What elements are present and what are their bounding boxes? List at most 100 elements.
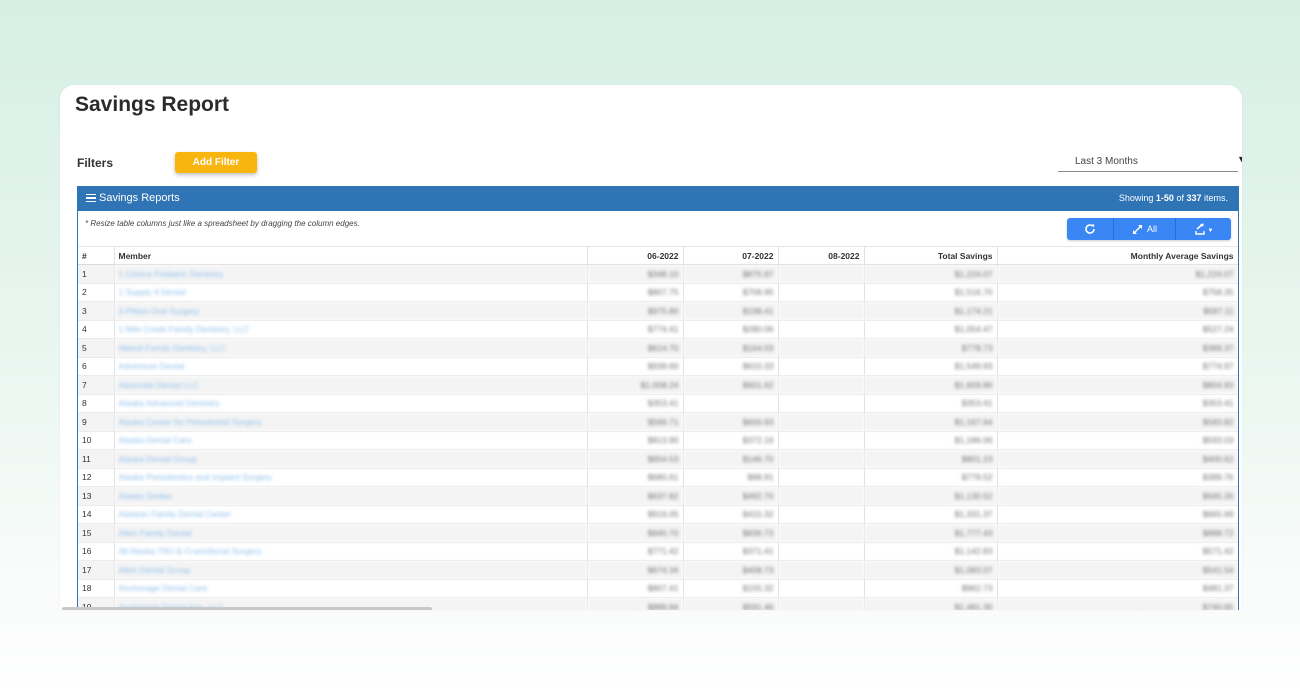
total-savings: $1,174.21 <box>864 301 998 321</box>
savings-08-2022 <box>778 505 865 524</box>
savings-08-2022 <box>778 264 865 284</box>
monthly-average-savings: $400.62 <box>997 449 1238 469</box>
savings-06-2022: $654.53 <box>587 449 684 469</box>
savings-08-2022 <box>778 357 865 376</box>
member-link[interactable]: Alaska Dental Care <box>114 431 588 450</box>
member-link[interactable]: Alaskan Family Dental Center <box>114 505 588 524</box>
member-link[interactable]: Adventure Dental <box>114 357 588 376</box>
monthly-average-savings: $541.54 <box>997 560 1238 580</box>
savings-06-2022: $674.34 <box>587 560 684 580</box>
table-row: 21 Supply 4 Dental $807.75 $708.95 $1,516.7… <box>78 283 1238 302</box>
expand-all-button[interactable]: All <box>1113 218 1175 240</box>
horizontal-scrollbar[interactable] <box>62 607 432 610</box>
column-header-monthly-average[interactable]: Monthly Average Savings <box>997 246 1238 265</box>
savings-06-2022: $889.84 <box>587 597 684 610</box>
table-row: 9 Alaska Center for Periodontal Surgery $5… <box>78 412 1238 432</box>
column-header-member[interactable]: Member <box>114 246 588 265</box>
savings-06-2022: $807.41 <box>587 579 684 598</box>
table-row: 16 All Alaska TMJ & Craniofacial Surgery $… <box>78 542 1238 561</box>
table-row: 41 Mile Creek Family Dentistry, LLC $774.… <box>78 320 1238 339</box>
member-link[interactable]: Anchorage Dental Care <box>114 579 588 598</box>
table-toolbar: All ▼ <box>1067 218 1231 240</box>
savings-08-2022 <box>778 560 865 580</box>
savings-08-2022 <box>778 375 865 395</box>
report-card: Savings Report Filters Add Filter Last 3… <box>60 85 1242 610</box>
column-header-06-2022[interactable]: 06-2022 <box>587 246 684 265</box>
total-savings: $778.73 <box>864 338 998 358</box>
row-number: 18 <box>78 579 115 598</box>
row-number: 4 <box>78 320 115 339</box>
savings-06-2022: $566.71 <box>587 412 684 432</box>
table-row: 5 Abbott Family Dentistry, LLC $614.70 $164… <box>78 338 1238 358</box>
member-link[interactable]: Alaska Smiles <box>114 486 588 506</box>
table-row: 6 Adventure Dental $939.60 $610.33 $1,549.93… <box>78 357 1238 376</box>
monthly-average-savings: $593.03 <box>997 431 1238 450</box>
savings-08-2022 <box>778 338 865 358</box>
filters-label: Filters <box>77 156 114 170</box>
items-count-of: of <box>1173 193 1187 203</box>
total-savings: $1,186.06 <box>864 431 998 450</box>
column-header-total-savings[interactable]: Total Savings <box>864 246 998 265</box>
table-header-row: # Member 06-2022 07-2022 08-2022 Total S… <box>78 246 1238 265</box>
savings-07-2022: $836.73 <box>683 523 779 543</box>
savings-06-2022: $637.82 <box>587 486 684 506</box>
panel-title: Savings Reports <box>86 192 180 204</box>
monthly-average-savings: $740.65 <box>997 597 1238 610</box>
member-link[interactable]: Allen Family Dental <box>114 523 588 543</box>
column-header-07-2022[interactable]: 07-2022 <box>683 246 779 265</box>
total-savings: $1,481.30 <box>864 597 998 610</box>
monthly-average-savings: $481.37 <box>997 579 1238 598</box>
member-link[interactable]: All Alaska TMJ & Craniofacial Surgery <box>114 542 588 561</box>
monthly-average-savings: $888.72 <box>997 523 1238 543</box>
items-count-suffix: items. <box>1201 193 1228 203</box>
table-row: 8 Alaska Advanced Dentistry $353.41 $353.41… <box>78 394 1238 413</box>
column-header-number: # <box>78 246 115 265</box>
savings-07-2022: $164.03 <box>683 338 779 358</box>
savings-07-2022: $146.70 <box>683 449 779 469</box>
total-savings: $1,549.93 <box>864 357 998 376</box>
monthly-average-savings: $774.97 <box>997 357 1238 376</box>
savings-06-2022: $348.10 <box>587 264 684 284</box>
table-row: 11 Choice Pediatric Dentistry $348.10 $875… <box>78 264 1238 284</box>
member-link[interactable]: Alaska Periodontics and Implant Surgery <box>114 468 588 487</box>
refresh-icon <box>1085 224 1095 234</box>
member-link[interactable]: Abbott Family Dentistry, LLC <box>114 338 588 358</box>
total-savings: $962.73 <box>864 579 998 598</box>
row-number: 2 <box>78 283 115 302</box>
member-link[interactable]: Alaska Center for Periodontal Surgery <box>114 412 588 432</box>
monthly-average-savings: $1,224.07 <box>997 264 1238 284</box>
member-link[interactable]: 1 Mile Creek Family Dentistry, LLC <box>114 320 588 339</box>
savings-07-2022: $610.33 <box>683 357 779 376</box>
member-link[interactable]: 1 Choice Pediatric Dentistry <box>114 264 588 284</box>
export-dropdown-button[interactable]: ▼ <box>1175 218 1231 240</box>
table-row: 14 Alaskan Family Dental Center $916.05 $41… <box>78 505 1238 524</box>
savings-07-2022: $591.46 <box>683 597 779 610</box>
member-link[interactable]: 1 Supply 4 Dental <box>114 283 588 302</box>
member-link[interactable]: Advocate Dental LLC <box>114 375 588 395</box>
savings-06-2022: $807.75 <box>587 283 684 302</box>
table-row: 18 Anchorage Dental Care $807.41 $155.32 $96… <box>78 579 1238 598</box>
member-link[interactable]: Alaska Dental Group <box>114 449 588 469</box>
savings-07-2022 <box>683 394 779 413</box>
savings-08-2022 <box>778 412 865 432</box>
savings-08-2022 <box>778 320 865 339</box>
row-number: 6 <box>78 357 115 376</box>
savings-07-2022: $708.95 <box>683 283 779 302</box>
member-link[interactable]: 3 Pillars Oral Surgery <box>114 301 588 321</box>
member-link[interactable]: Alaska Advanced Dentistry <box>114 394 588 413</box>
savings-06-2022: $771.42 <box>587 542 684 561</box>
add-filter-button[interactable]: Add Filter <box>175 152 257 173</box>
table-row: 33 Pillars Oral Surgery $975.80 $198.41 $1,… <box>78 301 1238 321</box>
total-savings: $1,054.47 <box>864 320 998 339</box>
caret-down-icon: ▼ <box>1207 227 1214 234</box>
refresh-button[interactable] <box>1067 218 1113 240</box>
date-range-select[interactable]: Last 3 Months ▼ <box>1058 153 1242 172</box>
member-link[interactable]: Allen Dental Group <box>114 560 588 580</box>
panel-header: Savings Reports Showing 1-50 of 337 item… <box>78 187 1238 211</box>
column-header-08-2022[interactable]: 08-2022 <box>778 246 865 265</box>
total-savings: $1,224.07 <box>864 264 998 284</box>
savings-reports-panel: Savings Reports Showing 1-50 of 337 item… <box>77 186 1239 610</box>
savings-08-2022 <box>778 597 865 610</box>
table-row: 17 Allen Dental Group $674.34 $408.73 $1,083… <box>78 560 1238 580</box>
savings-07-2022: $198.41 <box>683 301 779 321</box>
